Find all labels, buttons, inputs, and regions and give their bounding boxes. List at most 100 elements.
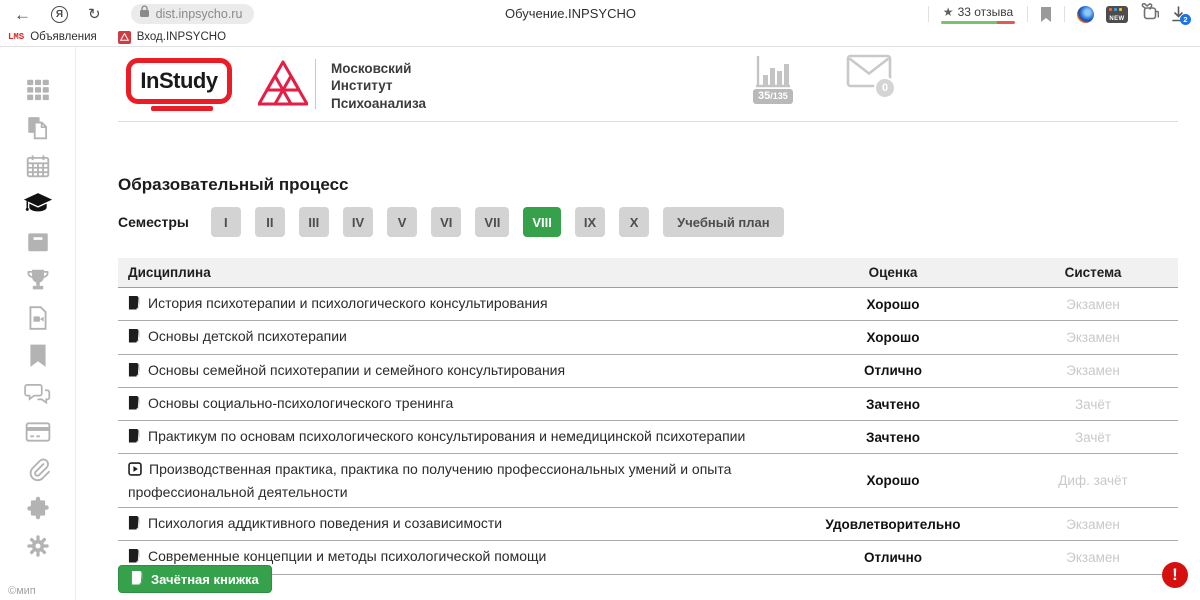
lms-favicon: LMS xyxy=(8,32,24,42)
column-header-grade: Оценка xyxy=(778,258,1008,288)
mail-count-badge: 0 xyxy=(874,77,896,99)
sidebar-item-bookmarks[interactable] xyxy=(0,337,76,375)
tab-semester-VI[interactable]: VI xyxy=(431,207,461,237)
tab-semester-X[interactable]: X xyxy=(619,207,649,237)
discipline-cell[interactable]: Производственная практика, практика по п… xyxy=(118,454,778,508)
column-header-discipline: Дисциплина xyxy=(118,258,778,288)
tab-semester-I[interactable]: I xyxy=(211,207,241,237)
main-content: InStudy Московский Институт Психоанализа… xyxy=(118,47,1178,600)
tab-semester-IX[interactable]: IX xyxy=(575,207,605,237)
toolbar-divider xyxy=(1064,6,1065,22)
semester-tabs-row: Семестры IIIIIIIVVVIVIIVIIIIXXУчебный пл… xyxy=(118,207,798,237)
sidebar-item-calendar[interactable] xyxy=(0,147,76,185)
gradebook-button[interactable]: Зачётная книжка xyxy=(118,565,272,593)
mail-button[interactable]: 0 xyxy=(846,53,892,94)
browser-window: ← Я ↻ dist.inpsycho.ru Обучение.INPSYCHO… xyxy=(0,0,1200,600)
column-header-system: Система xyxy=(1008,258,1178,288)
apps-grid-icon xyxy=(25,77,51,103)
book-icon xyxy=(128,328,141,348)
semester-tabs: IIIIIIIVVVIVIIVIIIIXXУчебный план xyxy=(211,207,798,237)
tab-semester-VII[interactable]: VII xyxy=(475,207,509,237)
collections-icon[interactable] xyxy=(1140,3,1159,25)
book-icon xyxy=(128,428,141,448)
extension-circle-icon[interactable] xyxy=(1077,6,1094,23)
sidebar-item-apps-grid[interactable] xyxy=(0,71,76,109)
system-value: Экзамен xyxy=(1008,321,1178,354)
page-title-tab: Обучение.INPSYCHO xyxy=(505,6,636,21)
discipline-cell[interactable]: История психотерапии и психологического … xyxy=(118,288,778,321)
sidebar-item-attachments[interactable] xyxy=(0,451,76,489)
table-row: Основы социально-психологического тренин… xyxy=(118,387,1178,420)
grade-value: Удовлетворительно xyxy=(778,508,1008,541)
table-row: Производственная практика, практика по п… xyxy=(118,454,1178,508)
payments-icon xyxy=(25,420,51,444)
new-extension-icon[interactable]: NEW xyxy=(1106,6,1128,23)
discipline-cell[interactable]: Основы социально-психологического тренин… xyxy=(118,387,778,420)
table-row: Практикум по основам психологического ко… xyxy=(118,421,1178,454)
discipline-cell[interactable]: Психология аддиктивного поведения и соза… xyxy=(118,508,778,541)
tab-curriculum[interactable]: Учебный план xyxy=(663,207,783,237)
tab-semester-VIII[interactable]: VIII xyxy=(523,207,561,237)
yandex-browser-icon[interactable]: Я xyxy=(51,6,68,23)
tab-semester-III[interactable]: III xyxy=(299,207,329,237)
downloads-count-badge: 2 xyxy=(1180,14,1191,25)
bookmark-announcements[interactable]: LMS Объявления xyxy=(8,31,97,43)
book-icon xyxy=(131,570,144,588)
discipline-name: Современные концепции и методы психологи… xyxy=(148,548,546,564)
system-value: Экзамен xyxy=(1008,541,1178,574)
address-bar[interactable]: dist.inpsycho.ru xyxy=(131,4,255,24)
table-row: Основы семейной психотерапии и семейного… xyxy=(118,354,1178,387)
education-icon xyxy=(22,191,54,217)
discipline-cell[interactable]: Основы семейной психотерапии и семейного… xyxy=(118,354,778,387)
table-header-row: Дисциплина Оценка Система xyxy=(118,258,1178,288)
toolbar-divider xyxy=(928,6,929,22)
sidebar-footer: ©мип xyxy=(8,585,36,597)
sidebar-item-messages[interactable] xyxy=(0,375,76,413)
alert-notification-icon[interactable]: ! xyxy=(1162,562,1188,588)
logo-divider xyxy=(315,59,316,109)
sidebar-item-settings[interactable] xyxy=(0,527,76,565)
bookmarks-bar: LMS Объявления Вход.INPSYCHO xyxy=(0,28,1200,47)
tab-semester-V[interactable]: V xyxy=(387,207,417,237)
system-value: Экзамен xyxy=(1008,288,1178,321)
discipline-cell[interactable]: Практикум по основам психологического ко… xyxy=(118,421,778,454)
progress-badge[interactable]: 35/135 xyxy=(753,89,793,104)
book-icon xyxy=(128,362,141,382)
discipline-name: История психотерапии и психологического … xyxy=(148,295,548,311)
book-icon xyxy=(128,515,141,535)
sidebar-item-payments[interactable] xyxy=(0,413,76,451)
system-value: Экзамен xyxy=(1008,508,1178,541)
archive-icon xyxy=(25,229,51,255)
instudy-logo[interactable]: InStudy xyxy=(126,58,232,104)
tab-semester-IV[interactable]: IV xyxy=(343,207,373,237)
discipline-name: Основы семейной психотерапии и семейного… xyxy=(148,362,565,378)
bookmark-flag-icon[interactable] xyxy=(1040,7,1052,22)
sidebar-item-plugins[interactable] xyxy=(0,489,76,527)
attachments-icon xyxy=(25,456,51,484)
video-icon xyxy=(128,461,142,481)
sidebar-item-archive[interactable] xyxy=(0,223,76,261)
grade-value: Хорошо xyxy=(778,288,1008,321)
plugins-icon xyxy=(25,495,51,521)
refresh-button[interactable]: ↻ xyxy=(82,7,107,22)
sidebar-item-education[interactable] xyxy=(0,185,76,223)
new-badge: NEW xyxy=(1106,16,1128,22)
sidebar-item-trophy[interactable] xyxy=(0,261,76,299)
sidebar-item-documents[interactable] xyxy=(0,109,76,147)
site-header: InStudy Московский Институт Психоанализа… xyxy=(118,47,1178,122)
site-reviews-button[interactable]: ★ 33 отзыва xyxy=(941,5,1015,24)
tab-semester-II[interactable]: II xyxy=(255,207,285,237)
institute-name: Московский Институт Психоанализа xyxy=(331,60,426,112)
documents-icon xyxy=(25,115,51,141)
grade-value: Отлично xyxy=(778,354,1008,387)
discipline-cell[interactable]: Основы детской психотерапии xyxy=(118,321,778,354)
discipline-name: Психология аддиктивного поведения и соза… xyxy=(148,515,502,531)
sidebar-item-video-lessons[interactable] xyxy=(0,299,76,337)
back-button[interactable]: ← xyxy=(8,6,37,23)
grade-value: Зачтено xyxy=(778,421,1008,454)
table-row: Основы детской психотерапииХорошоЭкзамен xyxy=(118,321,1178,354)
bookmark-login-inpsycho[interactable]: Вход.INPSYCHO xyxy=(106,31,226,44)
bookmarks-icon xyxy=(27,343,49,369)
mip-valknut-logo xyxy=(258,55,308,118)
downloads-button[interactable]: 2 xyxy=(1171,6,1186,22)
